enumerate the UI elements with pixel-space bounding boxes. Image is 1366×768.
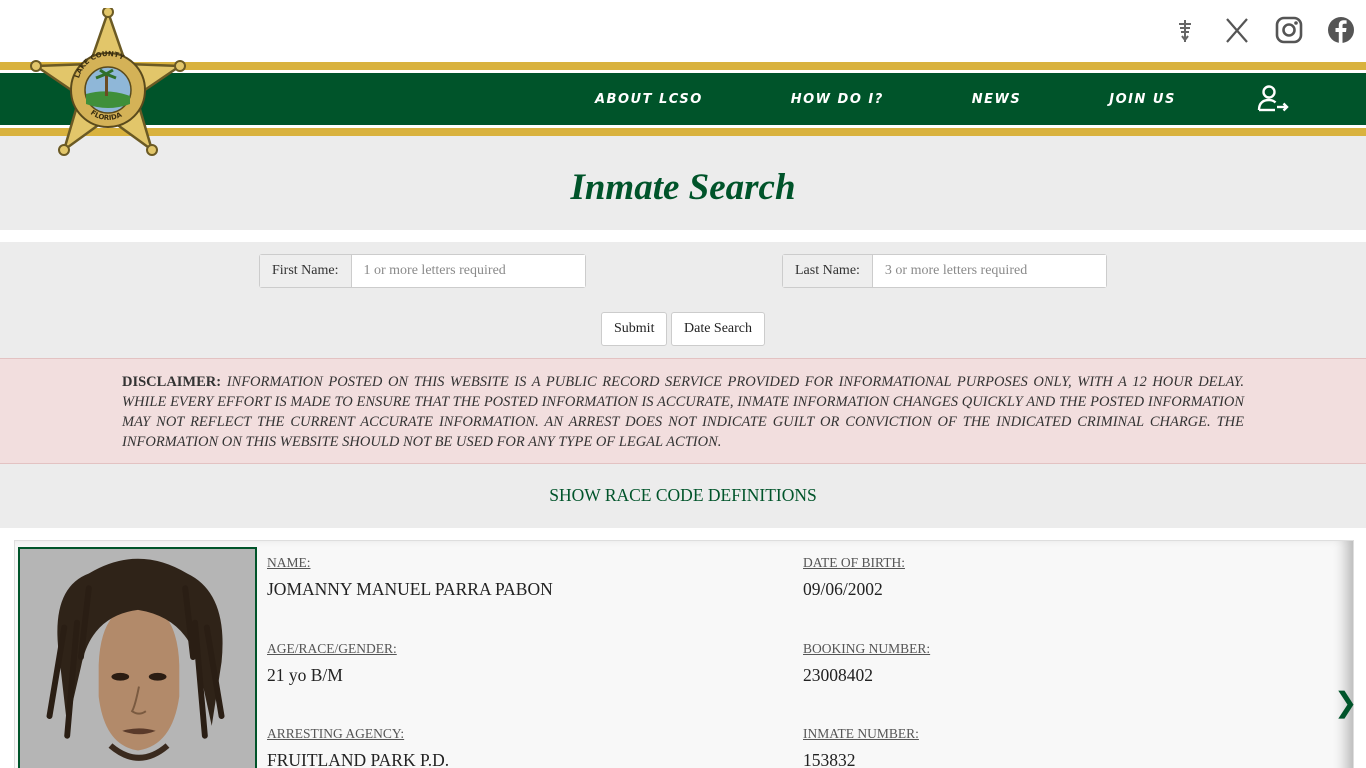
dob-field: DATE OF BIRTH: 09/06/2002: [803, 555, 905, 600]
last-name-group: Last Name:: [782, 254, 1107, 288]
sheriff-badge-logo[interactable]: LAKE COUNTY FLORIDA: [30, 8, 186, 160]
inmate-card: NAME: JOMANNY MANUEL PARRA PABON DATE OF…: [14, 540, 1357, 768]
top-bar: [0, 0, 1366, 62]
social-links: [1170, 14, 1356, 46]
arresting-agency-label: ARRESTING AGENCY:: [267, 726, 405, 741]
disclaimer-box: DISCLAIMER: INFORMATION POSTED ON THIS W…: [0, 358, 1366, 464]
age-race-gender-field: AGE/RACE/GENDER: 21 yo B/M: [267, 641, 397, 686]
gold-stripe-bottom: [0, 128, 1366, 136]
nixle-icon[interactable]: [1170, 14, 1200, 46]
search-form: First Name: Last Name: Submit Date Searc…: [0, 242, 1366, 359]
inmate-name: JOMANNY MANUEL PARRA PABON: [267, 579, 553, 599]
inmate-arresting-agency: FRUITLAND PARK P.D.: [267, 750, 450, 768]
age-race-gender-label: AGE/RACE/GENDER:: [267, 641, 397, 656]
inmate-dob: 09/06/2002: [803, 579, 883, 599]
submit-button[interactable]: Submit: [601, 312, 668, 346]
nav-about-lcso[interactable]: ABOUT LCSO: [595, 92, 703, 107]
arresting-agency-field: ARRESTING AGENCY: FRUITLAND PARK P.D.: [267, 726, 449, 768]
booking-number-field: BOOKING NUMBER: 23008402: [803, 641, 930, 686]
date-search-button[interactable]: Date Search: [671, 312, 766, 346]
first-name-label: First Name:: [260, 255, 352, 287]
main-nav: ABOUT LCSO HOW DO I? NEWS JOIN US: [595, 73, 1290, 125]
user-login-icon[interactable]: [1256, 84, 1290, 114]
first-name-input[interactable]: [351, 255, 585, 287]
last-name-label: Last Name:: [783, 255, 873, 287]
disclaimer-heading: DISCLAIMER:: [122, 374, 222, 390]
dob-label: DATE OF BIRTH:: [803, 555, 905, 570]
nav-how-do-i[interactable]: HOW DO I?: [791, 92, 884, 107]
title-band: Inmate Search: [0, 136, 1366, 230]
disclaimer-text: DISCLAIMER: INFORMATION POSTED ON THIS W…: [122, 372, 1244, 452]
inmate-photo[interactable]: [18, 547, 257, 768]
last-name-input[interactable]: [872, 255, 1106, 287]
inmate-number-label: INMATE NUMBER:: [803, 726, 919, 741]
inmate-age-race-gender: 21 yo B/M: [267, 665, 343, 685]
page-title: Inmate Search: [570, 167, 796, 208]
nav-news[interactable]: NEWS: [972, 92, 1021, 107]
inmate-booking-number: 23008402: [803, 665, 873, 685]
race-code-band: SHOW RACE CODE DEFINITIONS: [0, 464, 1366, 528]
name-field: NAME: JOMANNY MANUEL PARRA PABON: [267, 555, 553, 600]
gold-stripe-top: [0, 62, 1366, 70]
first-name-group: First Name:: [259, 254, 586, 288]
x-icon[interactable]: [1222, 14, 1252, 46]
nav-join-us[interactable]: JOIN US: [1109, 92, 1176, 107]
inmate-number-field: INMATE NUMBER: 153832: [803, 726, 919, 768]
booking-number-label: BOOKING NUMBER:: [803, 641, 931, 656]
inmate-number: 153832: [803, 750, 856, 768]
disclaimer-body: INFORMATION POSTED ON THIS WEBSITE IS A …: [122, 374, 1244, 450]
facebook-icon[interactable]: [1326, 14, 1356, 46]
chevron-right-icon[interactable]: ❯: [1334, 686, 1357, 719]
name-label: NAME:: [267, 555, 311, 570]
instagram-icon[interactable]: [1274, 14, 1304, 46]
show-race-codes-link[interactable]: SHOW RACE CODE DEFINITIONS: [0, 485, 1366, 506]
